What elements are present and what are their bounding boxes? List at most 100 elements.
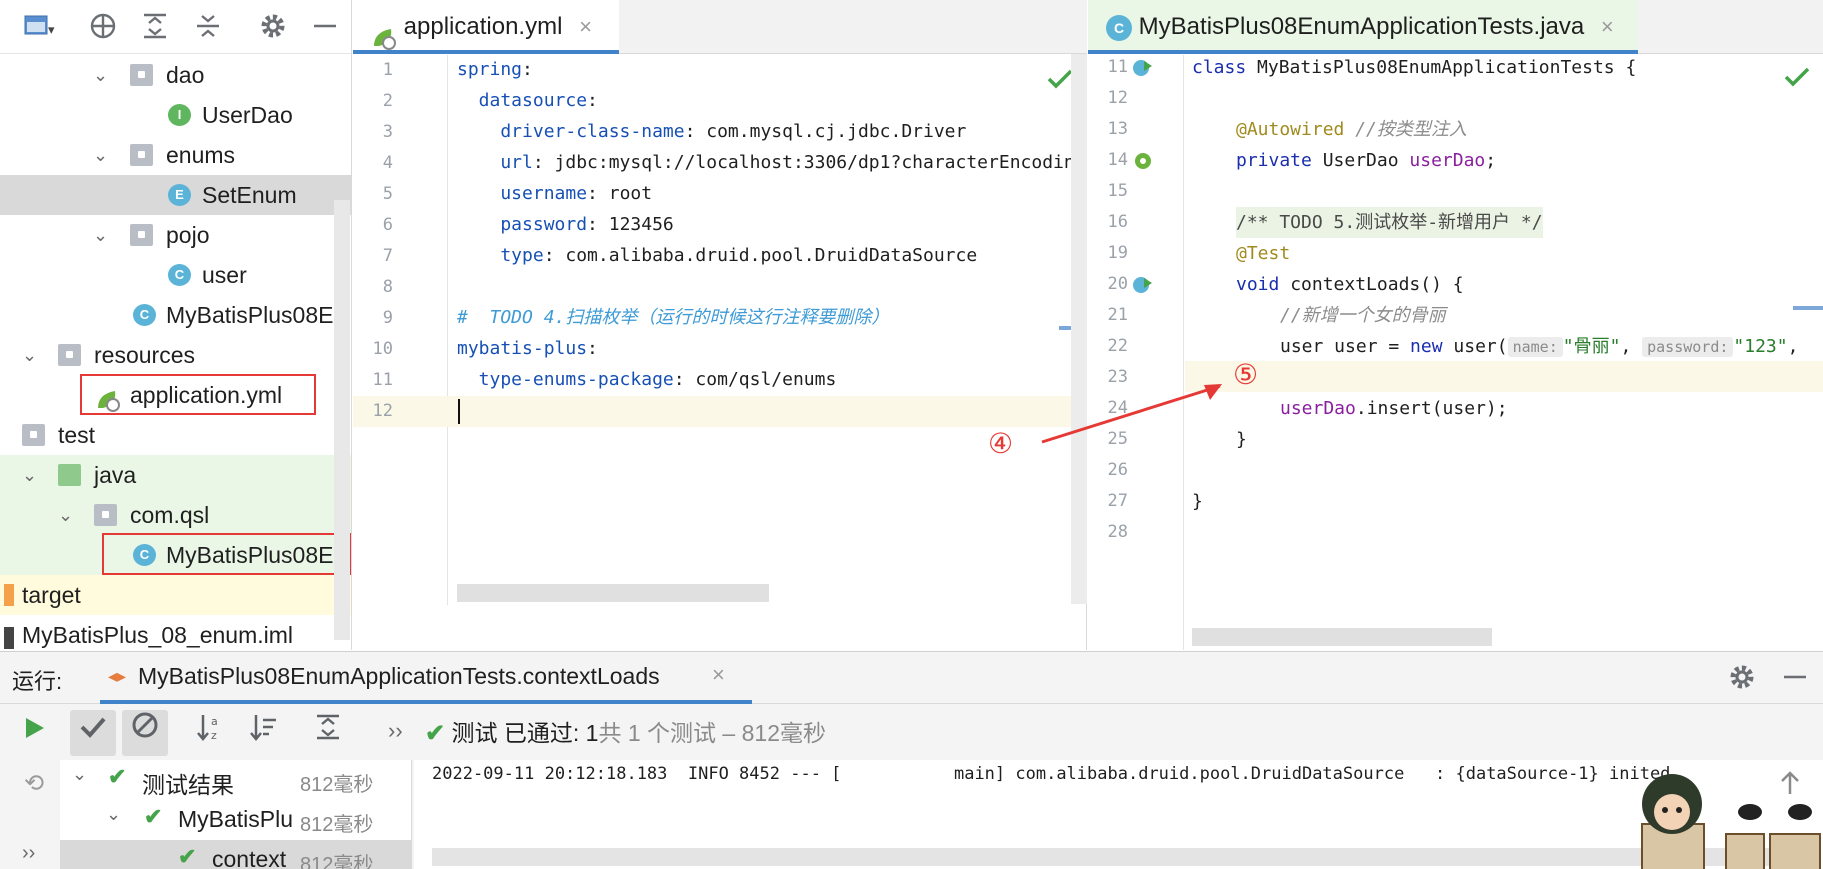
show-ignored-icon[interactable] — [122, 710, 168, 756]
tab-application-yml[interactable]: application.yml × — [353, 0, 619, 54]
run-gutter-icon[interactable] — [1132, 274, 1154, 300]
tree-item-test[interactable]: test — [0, 415, 351, 455]
field-name: userDao — [1280, 398, 1356, 419]
chevron-down-icon[interactable]: ⌄ — [93, 215, 113, 255]
chevron-down-icon[interactable]: ⌄ — [58, 495, 78, 535]
yaml-comment: # TODO 4.扫描枚举（运行的时候这行注释要删除） — [457, 307, 890, 328]
project-view-selector-icon[interactable]: ▾ — [20, 12, 60, 42]
close-icon[interactable]: × — [712, 662, 725, 688]
tree-item-enums[interactable]: ⌄ enums — [0, 135, 351, 175]
chevron-down-icon[interactable]: ⌄ — [22, 455, 42, 495]
code-line[interactable]: private UserDao userDao; — [1236, 145, 1496, 176]
code-line[interactable]: user user = new user(name: "骨丽", password… — [1280, 331, 1798, 362]
code-line[interactable]: userDao.insert(user); — [1280, 393, 1508, 424]
tree-item-com-qsl[interactable]: ⌄ com.qsl — [0, 495, 351, 535]
code-line[interactable]: @Test — [1236, 238, 1290, 269]
chevron-down-icon[interactable]: ⌄ — [72, 764, 87, 785]
test-folder-icon — [58, 464, 81, 486]
run-gutter-icon[interactable] — [1132, 57, 1154, 83]
tree-item-dao[interactable]: ⌄ dao — [0, 55, 351, 95]
tree-item-setenum[interactable]: E SetEnum — [0, 175, 351, 215]
code-line[interactable]: driver-class-name: com.mysql.cj.jdbc.Dri… — [457, 116, 966, 147]
line-number: 11 — [372, 370, 393, 390]
more-icon[interactable]: ›› — [388, 718, 403, 744]
line-number: 6 — [382, 215, 393, 235]
yaml-sep: : — [522, 59, 533, 80]
resources-folder-icon — [58, 344, 81, 366]
tree-item-userdao[interactable]: I UserDao — [0, 95, 351, 135]
code-line[interactable]: class MyBatisPlus08EnumApplicationTests … — [1192, 52, 1636, 83]
expand-all-icon[interactable] — [308, 712, 348, 752]
mascot-sticker-image — [1640, 762, 1823, 869]
code-line[interactable]: spring: — [457, 54, 533, 85]
code-line[interactable]: } — [1192, 486, 1203, 517]
minimize-icon[interactable] — [1782, 663, 1808, 696]
tree-item-iml[interactable]: MyBatisPlus_08_enum.iml — [0, 615, 351, 650]
chevron-down-icon[interactable]: ⌄ — [22, 335, 42, 375]
line-number: 1 — [382, 60, 393, 80]
close-icon[interactable]: × — [579, 14, 592, 39]
history-icon[interactable]: ⟲ — [14, 764, 54, 804]
scrollbar[interactable] — [334, 200, 350, 640]
rerun-icon[interactable] — [14, 712, 54, 752]
code-line[interactable]: /** TODO 5.测试枚举-新增用户 */ — [1236, 207, 1543, 238]
vertical-scrollbar[interactable] — [1071, 54, 1087, 604]
console-output[interactable]: 2022-09-11 20:12:18.183 INFO 8452 --- [ … — [414, 760, 1823, 869]
horizontal-scrollbar[interactable] — [1192, 628, 1492, 646]
code-line[interactable]: password: 123456 — [457, 209, 673, 240]
tab-test-java[interactable]: C MyBatisPlus08EnumApplicationTests.java… — [1088, 0, 1638, 54]
chevron-down-icon[interactable]: ⌄ — [93, 55, 113, 95]
code-line[interactable]: url: jdbc:mysql://localhost:3306/dp1?cha… — [457, 147, 1087, 178]
line-number: 12 — [372, 401, 393, 421]
yaml-key: spring — [457, 59, 523, 80]
enum-icon: E — [168, 184, 191, 206]
gear-icon[interactable] — [258, 12, 288, 42]
more-icon[interactable]: ›› — [22, 842, 35, 865]
code-line[interactable]: datasource: — [457, 85, 598, 116]
locate-icon[interactable] — [88, 12, 118, 42]
tree-item-label: com.qsl — [130, 502, 210, 528]
code-line[interactable]: username: root — [457, 178, 652, 209]
chevron-down-icon[interactable]: ⌄ — [93, 135, 113, 175]
code-line[interactable]: # TODO 4.扫描枚举（运行的时候这行注释要删除） — [457, 302, 889, 333]
test-status: ✔ 测试 已通过: 1共 1 个测试 – 812毫秒 — [425, 714, 826, 748]
tab-run-config[interactable]: ◂▸ MyBatisPlus08EnumApplicationTests.con… — [100, 652, 752, 704]
expand-all-icon[interactable] — [140, 12, 170, 42]
test-results-class[interactable]: ⌄ ✔ MyBatisPlu 812毫秒 — [60, 800, 411, 840]
code-line[interactable]: @Autowired //按类型注入 — [1236, 114, 1467, 145]
bean-gutter-icon[interactable] — [1132, 150, 1154, 176]
collapse-all-icon[interactable] — [193, 12, 223, 42]
sort-duration-icon[interactable] — [243, 712, 283, 752]
inspection-ok-icon[interactable] — [1047, 68, 1073, 94]
tab-label: application.yml — [403, 13, 563, 40]
tree-item-resources[interactable]: ⌄ resources — [0, 335, 351, 375]
inspection-ok-icon[interactable] — [1784, 66, 1810, 92]
sort-alpha-icon[interactable]: az — [190, 712, 230, 752]
code-line[interactable]: type: com.alibaba.druid.pool.DruidDataSo… — [457, 240, 977, 271]
gear-icon[interactable] — [1728, 663, 1756, 696]
tree-item-application-class[interactable]: C MyBatisPlus08En — [0, 295, 351, 335]
code-line[interactable]: void contextLoads() { — [1236, 269, 1464, 300]
close-icon[interactable]: × — [1601, 14, 1614, 39]
minimize-icon[interactable] — [310, 12, 340, 42]
yaml-key: url — [457, 152, 533, 173]
test-results-method[interactable]: ✔ context 812毫秒 — [60, 840, 411, 869]
test-results-root[interactable]: ⌄ ✔ 测试结果 812毫秒 — [60, 760, 411, 800]
code-line[interactable]: //新增一个女的骨丽 — [1280, 300, 1446, 331]
show-passed-icon[interactable] — [70, 710, 116, 756]
yaml-key: password — [457, 214, 588, 235]
tree-item-pojo[interactable]: ⌄ pojo — [0, 215, 351, 255]
svg-text:z: z — [211, 729, 217, 742]
horizontal-scrollbar[interactable] — [432, 848, 1782, 866]
code-line[interactable]: type-enums-package: com/qsl/enums — [457, 364, 837, 395]
tree-item-user[interactable]: C user — [0, 255, 351, 295]
chevron-down-icon[interactable]: ⌄ — [106, 804, 121, 825]
line-number: 3 — [382, 122, 393, 142]
horizontal-scrollbar[interactable] — [457, 584, 769, 602]
line-number: 5 — [382, 184, 393, 204]
tree-item-target[interactable]: target — [0, 575, 351, 615]
code-line[interactable]: mybatis-plus: — [457, 333, 598, 364]
line-number: 12 — [1107, 88, 1128, 108]
result-label: 测试结果 — [142, 772, 234, 798]
tree-item-java[interactable]: ⌄ java — [0, 455, 351, 495]
